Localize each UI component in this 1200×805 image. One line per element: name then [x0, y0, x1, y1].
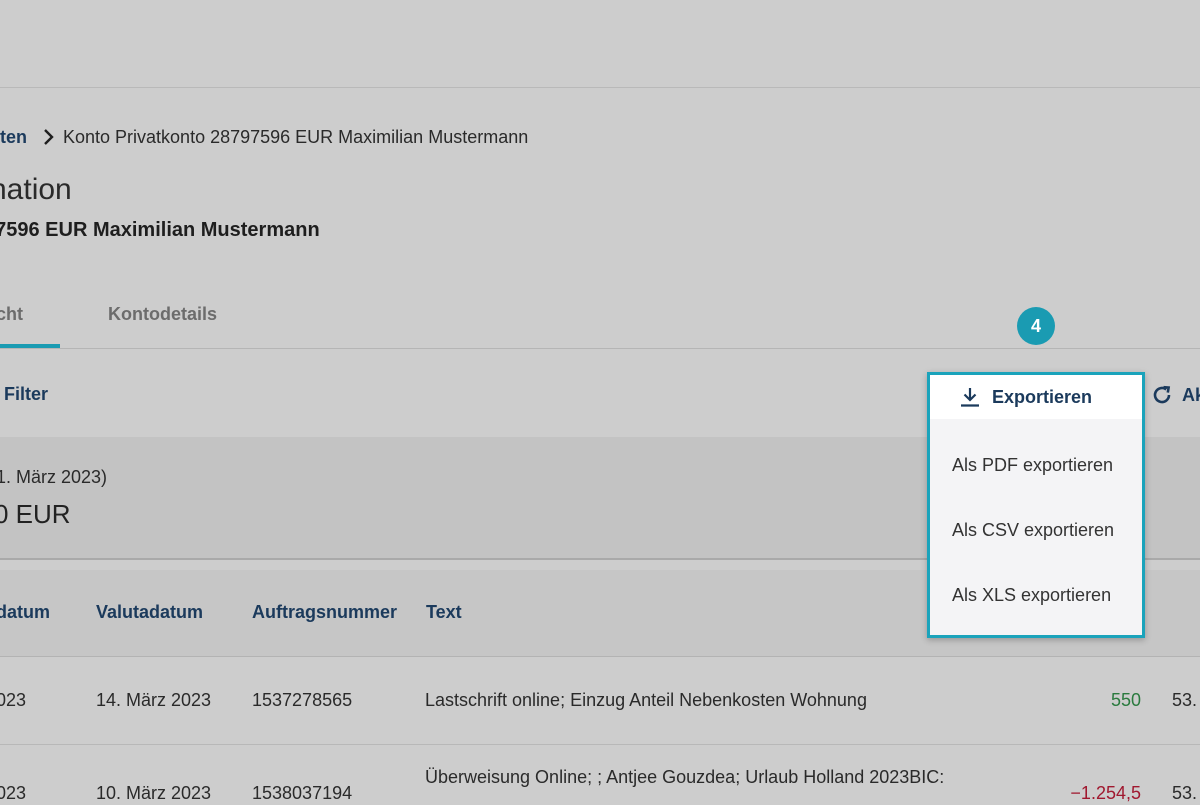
page-subtitle: 97596 EUR Maximilian Mustermann — [0, 219, 320, 241]
tutorial-step-badge: 4 — [1017, 307, 1055, 345]
refresh-icon — [1153, 385, 1171, 404]
export-button[interactable]: Exportieren — [958, 385, 1092, 409]
row-amount: −1.254,5 — [1070, 783, 1141, 803]
column-header-order-number[interactable]: Auftragsnummer — [252, 602, 397, 623]
export-pdf-option[interactable]: Als PDF exportieren — [952, 455, 1113, 476]
row-order-number: 1537278565 — [252, 690, 353, 710]
row-balance: 53. — [1172, 690, 1198, 710]
row-amount: 550 — [1110, 690, 1141, 710]
breadcrumb-current: Konto Privatkonto 28797596 EUR Maximilia… — [63, 126, 529, 147]
row-booking-date: 023 — [0, 690, 27, 710]
export-dropdown-header: Exportieren — [930, 375, 1142, 419]
active-tab-indicator — [0, 344, 60, 348]
download-icon — [961, 388, 979, 407]
chevron-right-icon — [39, 127, 59, 147]
column-header-text[interactable]: Text — [426, 602, 462, 623]
balance-date: 1. März 2023) — [0, 467, 108, 487]
breadcrumb-parent-link[interactable]: ten — [0, 127, 27, 148]
top-bar — [0, 0, 1200, 88]
row-balance: 53. — [1172, 783, 1198, 803]
row-booking-date: 023 — [0, 783, 27, 803]
row-text: Lastschrift online; Einzug Anteil Nebenk… — [425, 690, 867, 710]
row-order-number: 1538037194 — [252, 783, 353, 803]
row-value-date: 14. März 2023 — [96, 690, 212, 710]
table-row[interactable]: 023 10. März 2023 1538037194 Überweisung… — [0, 745, 1200, 805]
row-value-date: 10. März 2023 — [96, 783, 212, 803]
refresh-label: Ak — [1182, 384, 1200, 405]
export-button-label: Exportieren — [992, 386, 1093, 407]
tab-account-details[interactable]: Kontodetails — [108, 304, 217, 325]
column-header-value-date[interactable]: Valutadatum — [96, 602, 203, 623]
export-xls-option[interactable]: Als XLS exportieren — [952, 585, 1111, 606]
table-row[interactable]: 023 14. März 2023 1537278565 Lastschrift… — [0, 657, 1200, 745]
export-dropdown: Exportieren Als PDF exportieren Als CSV … — [927, 372, 1145, 638]
row-text: Überweisung Online; ; Antjee Gouzdea; Ur… — [425, 767, 945, 787]
filter-button[interactable]: Filter — [4, 384, 48, 405]
page-title: nation — [0, 173, 72, 206]
refresh-button[interactable]: Ak — [1150, 383, 1200, 407]
export-csv-option[interactable]: Als CSV exportieren — [952, 520, 1114, 541]
balance-amount: 0 EUR — [0, 499, 71, 529]
breadcrumb: ten Konto Privatkonto 28797596 EUR Maxim… — [0, 126, 528, 148]
column-header-booking-date[interactable]: datum — [0, 602, 50, 623]
tab-overview[interactable]: cht — [0, 304, 23, 325]
